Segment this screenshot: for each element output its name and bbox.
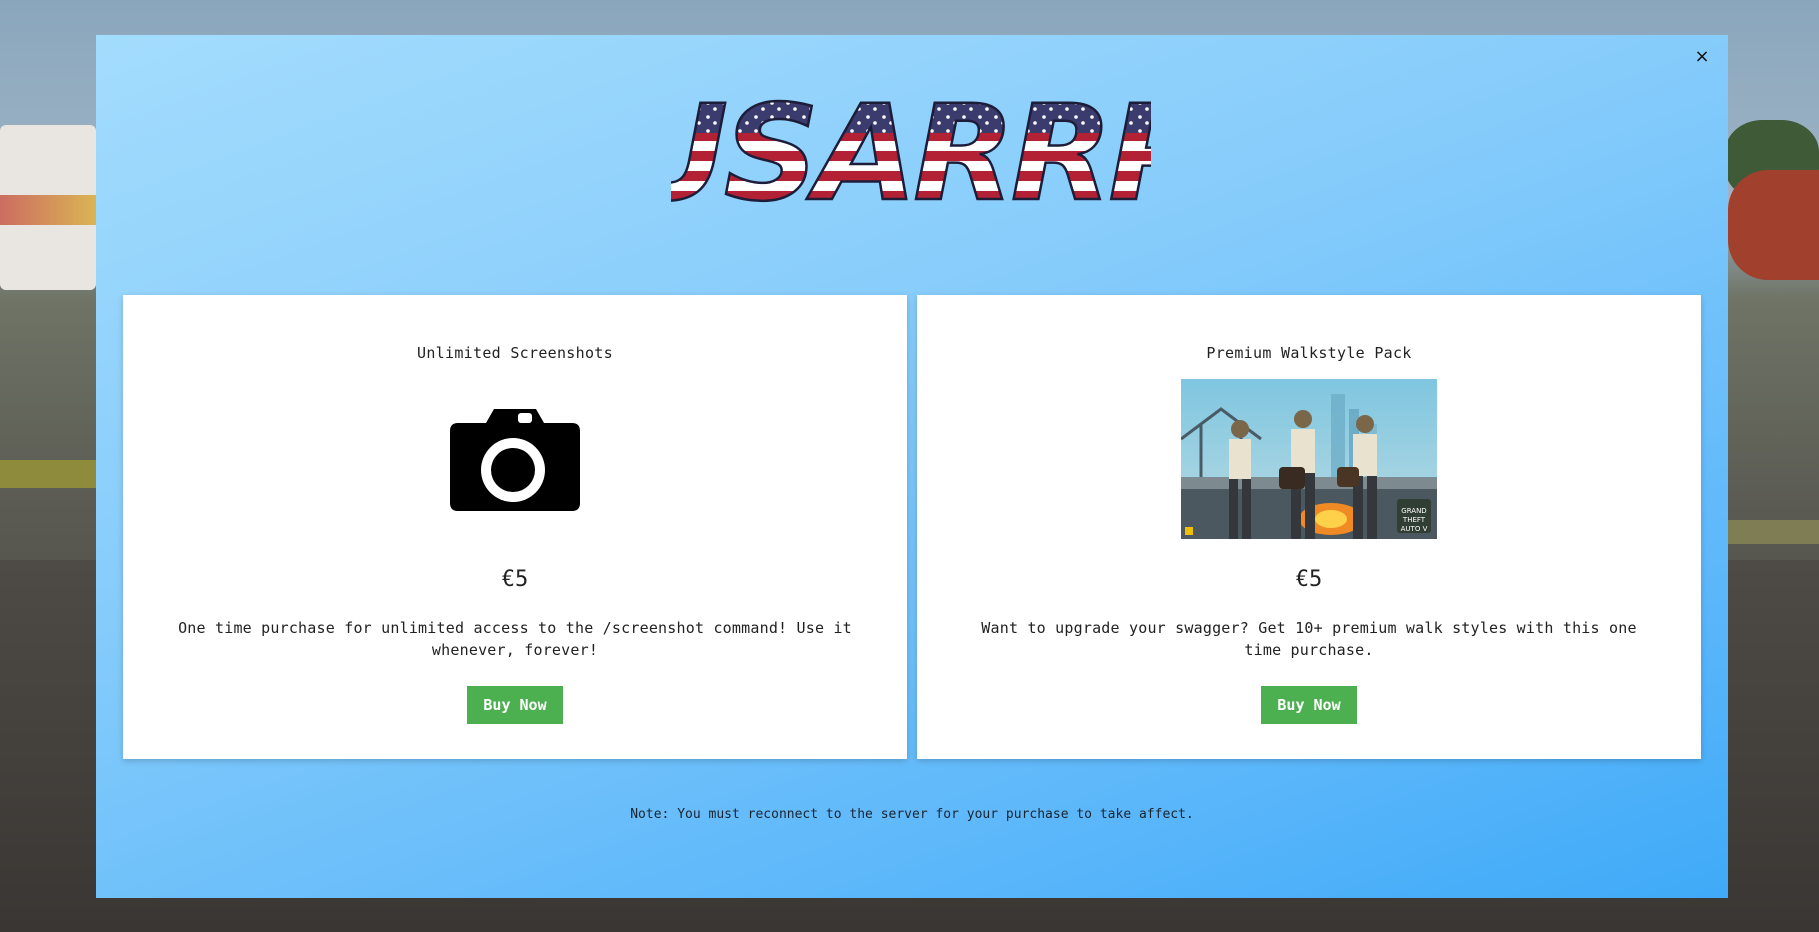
camera-icon — [450, 409, 580, 511]
product-media: GRAND THEFT AUTO V — [1181, 379, 1437, 539]
product-title: Unlimited Screenshots — [417, 344, 613, 362]
product-title: Premium Walkstyle Pack — [1206, 344, 1412, 362]
product-media — [387, 379, 643, 539]
svg-text:AUTO V: AUTO V — [1401, 525, 1428, 533]
background-tank — [1728, 170, 1819, 280]
product-card-screenshots: Unlimited Screenshots €5 One time purcha… — [123, 295, 907, 759]
close-button[interactable]: × — [1690, 45, 1714, 69]
usarrp-logo: USARRP USARRP — [671, 76, 1151, 221]
buy-now-button[interactable]: Buy Now — [1261, 686, 1357, 724]
product-description: One time purchase for unlimited access t… — [178, 619, 852, 659]
product-price: €5 — [1295, 567, 1323, 592]
product-card-walkstyle: Premium Walkstyle Pack GRAND THEFT AUTO … — [917, 295, 1701, 759]
reconnect-note: Note: You must reconnect to the server f… — [630, 807, 1194, 822]
product-cards: Unlimited Screenshots €5 One time purcha… — [123, 295, 1701, 759]
product-price: €5 — [501, 567, 529, 592]
gta-v-artwork: GRAND THEFT AUTO V — [1181, 379, 1437, 539]
store-modal: × USARRP USARRP Unlimited Screenshots — [96, 35, 1728, 898]
background-curb — [0, 460, 96, 488]
product-description: Want to upgrade your swagger? Get 10+ pr… — [981, 619, 1637, 659]
svg-text:THEFT: THEFT — [1402, 516, 1426, 524]
background-curb-right — [1728, 520, 1819, 544]
buy-now-button[interactable]: Buy Now — [467, 686, 563, 724]
svg-text:GRAND: GRAND — [1401, 507, 1426, 515]
background-truck-stripe — [0, 195, 96, 225]
svg-text:USARRP: USARRP — [671, 77, 1151, 221]
